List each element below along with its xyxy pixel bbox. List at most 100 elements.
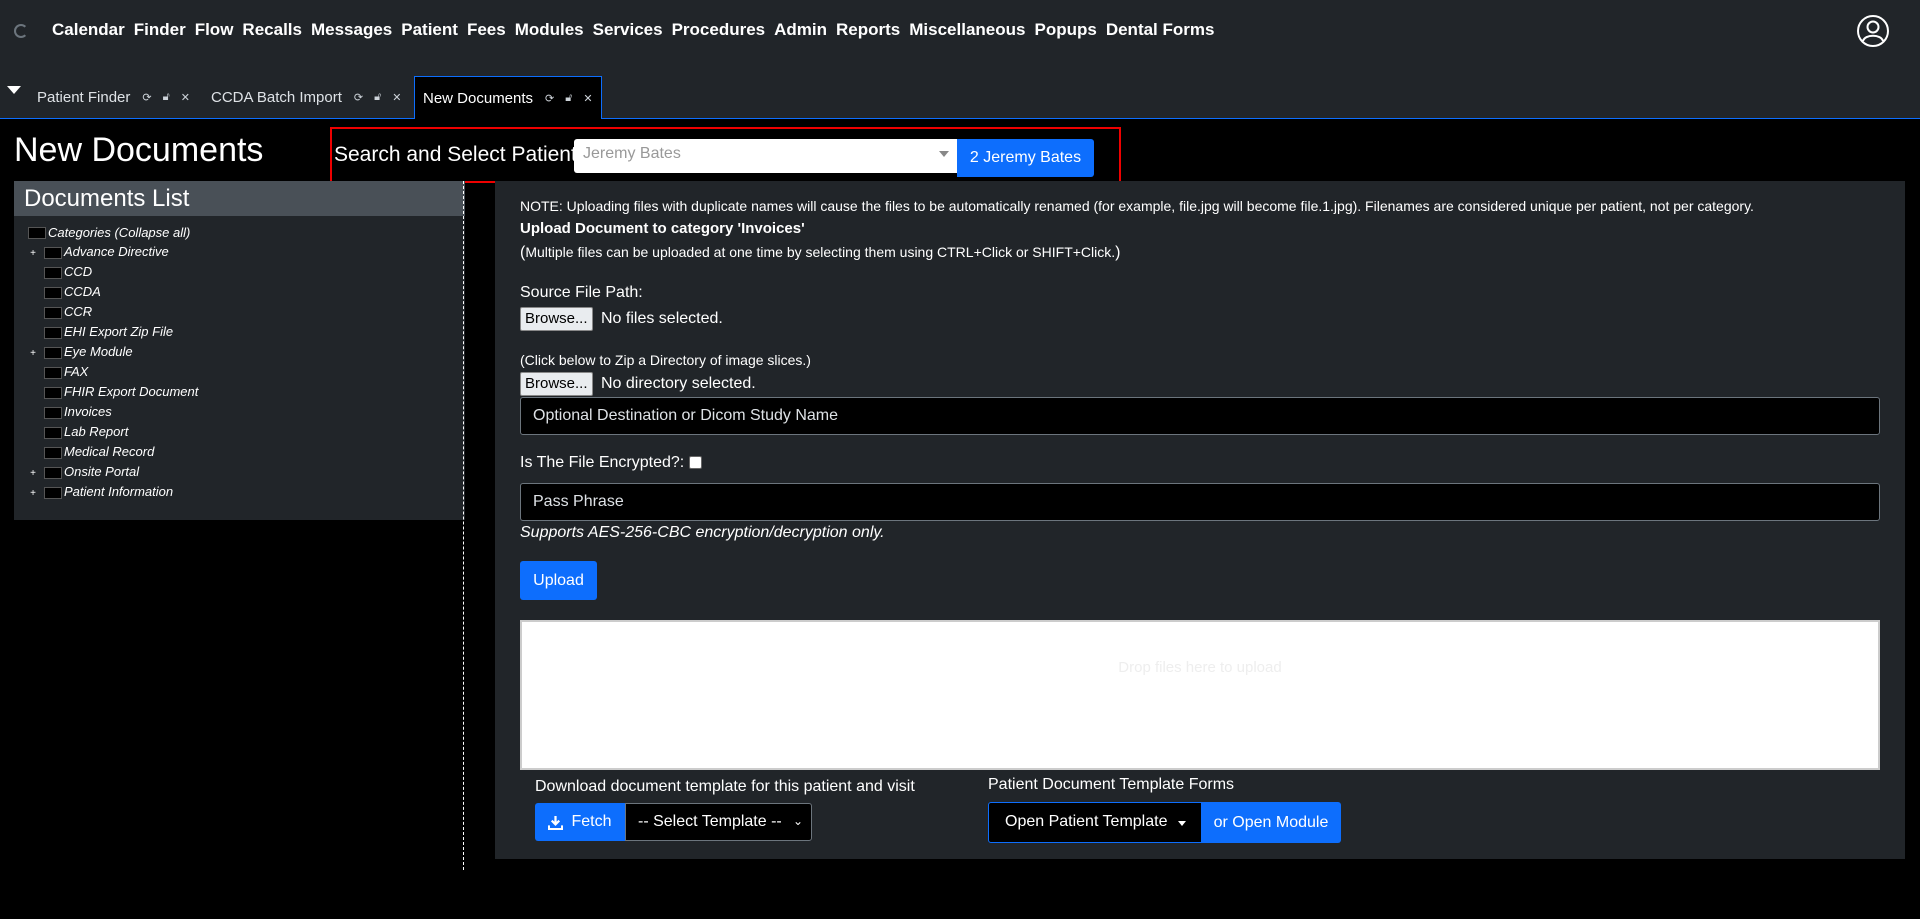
selected-patient-button[interactable]: 2 Jeremy Bates	[957, 139, 1094, 177]
tree-item-patient-information[interactable]: + Patient Information	[28, 484, 173, 499]
tree-item-label[interactable]: FHIR Export Document	[64, 384, 198, 399]
tree-item-ccr[interactable]: CCR	[28, 304, 92, 319]
tree-root-label[interactable]: Categories (Collapse all)	[48, 225, 190, 240]
destination-input[interactable]: Optional Destination or Dicom Study Name	[520, 397, 1880, 435]
tree-item-label[interactable]: FAX	[64, 364, 88, 379]
menu-services[interactable]: Services	[593, 20, 663, 40]
folder-icon	[44, 346, 62, 359]
upload-heading: Upload Document to category 'Invoices'	[520, 220, 805, 237]
tree-item-label[interactable]: Invoices	[64, 404, 112, 419]
download-template-label: Download document template for this pati…	[535, 778, 915, 795]
tree-item-label[interactable]: Patient Information	[64, 484, 173, 499]
menu-finder[interactable]: Finder	[134, 20, 186, 40]
folder-icon	[44, 366, 62, 379]
tab-patient-finder[interactable]: Patient Finder ⟳ 🔓︎ ✕	[29, 76, 209, 118]
folder-icon	[44, 286, 62, 299]
tree-item-label[interactable]: Eye Module	[64, 344, 133, 359]
menu-reports[interactable]: Reports	[836, 20, 900, 40]
fetch-button[interactable]: Fetch	[535, 803, 625, 841]
folder-icon	[44, 446, 62, 459]
menu-calendar[interactable]: Calendar	[52, 20, 125, 40]
close-icon[interactable]: ✕	[392, 91, 401, 104]
folder-icon	[44, 386, 62, 399]
browse-files-button[interactable]: Browse...	[520, 307, 593, 331]
refresh-icon[interactable]: ⟳	[142, 91, 151, 104]
tab-ccda-batch-import[interactable]: CCDA Batch Import ⟳ 🔓︎ ✕	[203, 76, 420, 118]
patient-select-dropdown[interactable]: Jeremy Bates	[574, 139, 957, 173]
tab-label[interactable]: New Documents	[423, 90, 533, 107]
menu-flow[interactable]: Flow	[195, 20, 234, 40]
tree-item-invoices[interactable]: Invoices	[28, 404, 112, 419]
passphrase-input[interactable]: Pass Phrase	[520, 483, 1880, 521]
tree-item-label[interactable]: CCD	[64, 264, 92, 279]
expand-icon[interactable]: +	[28, 248, 38, 259]
template-select-value: -- Select Template --	[638, 813, 782, 830]
refresh-icon[interactable]: ⟳	[354, 91, 363, 104]
tree-item-lab-report[interactable]: Lab Report	[28, 424, 128, 439]
menu-miscellaneous[interactable]: Miscellaneous	[909, 20, 1025, 40]
refresh-icon[interactable]: ⟳	[545, 92, 554, 105]
tab-new-documents[interactable]: New Documents ⟳ 🔓︎ ✕	[414, 76, 602, 119]
tree-item-fhir-export[interactable]: FHIR Export Document	[28, 384, 198, 399]
tree-item-fax[interactable]: FAX	[28, 364, 88, 379]
tree-root[interactable]: Categories (Collapse all)	[28, 225, 190, 240]
close-icon[interactable]: ✕	[181, 91, 190, 104]
encryption-note: Supports AES-256-CBC encryption/decrypti…	[520, 524, 885, 541]
menu-patient[interactable]: Patient	[401, 20, 458, 40]
tree-item-eye-module[interactable]: + Eye Module	[28, 344, 133, 359]
tab-menu-caret-icon[interactable]	[7, 86, 21, 94]
menu-procedures[interactable]: Procedures	[672, 20, 766, 40]
main-menu: Calendar Finder Flow Recalls Messages Pa…	[52, 20, 1223, 40]
tab-label[interactable]: CCDA Batch Import	[211, 89, 342, 106]
encrypted-checkbox[interactable]	[689, 456, 702, 469]
folder-icon	[44, 246, 62, 259]
lock-icon[interactable]: 🔓︎	[374, 91, 381, 104]
app-logo-icon[interactable]	[14, 24, 28, 38]
download-icon	[548, 815, 564, 830]
open-patient-template-dropdown[interactable]: Open Patient Template	[988, 802, 1202, 843]
menu-admin[interactable]: Admin	[774, 20, 827, 40]
upload-button[interactable]: Upload	[520, 561, 597, 600]
file-dropzone[interactable]: Drop files here to upload	[520, 620, 1880, 770]
tree-item-label[interactable]: CCR	[64, 304, 92, 319]
browse-directory-button[interactable]: Browse...	[520, 372, 593, 396]
open-module-button[interactable]: or Open Module	[1201, 802, 1341, 843]
folder-icon	[44, 426, 62, 439]
expand-icon[interactable]: +	[28, 468, 38, 479]
menu-recalls[interactable]: Recalls	[242, 20, 302, 40]
chevron-down-icon: ⌄	[792, 814, 803, 828]
tree-item-label[interactable]: CCDA	[64, 284, 101, 299]
tree-item-onsite-portal[interactable]: + Onsite Portal	[28, 464, 139, 479]
folder-icon	[44, 466, 62, 479]
tree-item-medical-record[interactable]: Medical Record	[28, 444, 154, 459]
menu-fees[interactable]: Fees	[467, 20, 506, 40]
fetch-button-label: Fetch	[571, 813, 612, 830]
tree-item-label[interactable]: EHI Export Zip File	[64, 324, 173, 339]
tree-item-ccda[interactable]: CCDA	[28, 284, 101, 299]
no-files-text: No files selected.	[601, 310, 723, 327]
template-select[interactable]: -- Select Template -- ⌄	[625, 803, 812, 841]
page-title: New Documents	[14, 131, 264, 169]
tree-item-advance-directive[interactable]: + Advance Directive	[28, 244, 169, 259]
menu-dental-forms[interactable]: Dental Forms	[1106, 20, 1215, 40]
user-account-icon[interactable]	[1856, 14, 1890, 48]
folder-open-icon	[28, 226, 46, 239]
tree-item-label[interactable]: Lab Report	[64, 424, 128, 439]
tree-item-label[interactable]: Medical Record	[64, 444, 154, 459]
lock-icon[interactable]: 🔓︎	[163, 91, 170, 104]
menu-modules[interactable]: Modules	[515, 20, 584, 40]
expand-icon[interactable]: +	[28, 348, 38, 359]
tree-item-label[interactable]: Onsite Portal	[64, 464, 139, 479]
menu-messages[interactable]: Messages	[311, 20, 392, 40]
lock-icon[interactable]: 🔓︎	[565, 92, 572, 105]
panel-divider[interactable]	[463, 181, 464, 870]
expand-icon[interactable]: +	[28, 488, 38, 499]
documents-list-title: Documents List	[14, 181, 465, 216]
tab-label[interactable]: Patient Finder	[37, 89, 130, 106]
menu-popups[interactable]: Popups	[1034, 20, 1096, 40]
close-icon[interactable]: ✕	[583, 92, 592, 105]
duplicate-names-note: NOTE: Uploading files with duplicate nam…	[520, 198, 1754, 214]
tree-item-label[interactable]: Advance Directive	[64, 244, 169, 259]
tree-item-ccd[interactable]: CCD	[28, 264, 92, 279]
tree-item-ehi-export[interactable]: EHI Export Zip File	[28, 324, 173, 339]
